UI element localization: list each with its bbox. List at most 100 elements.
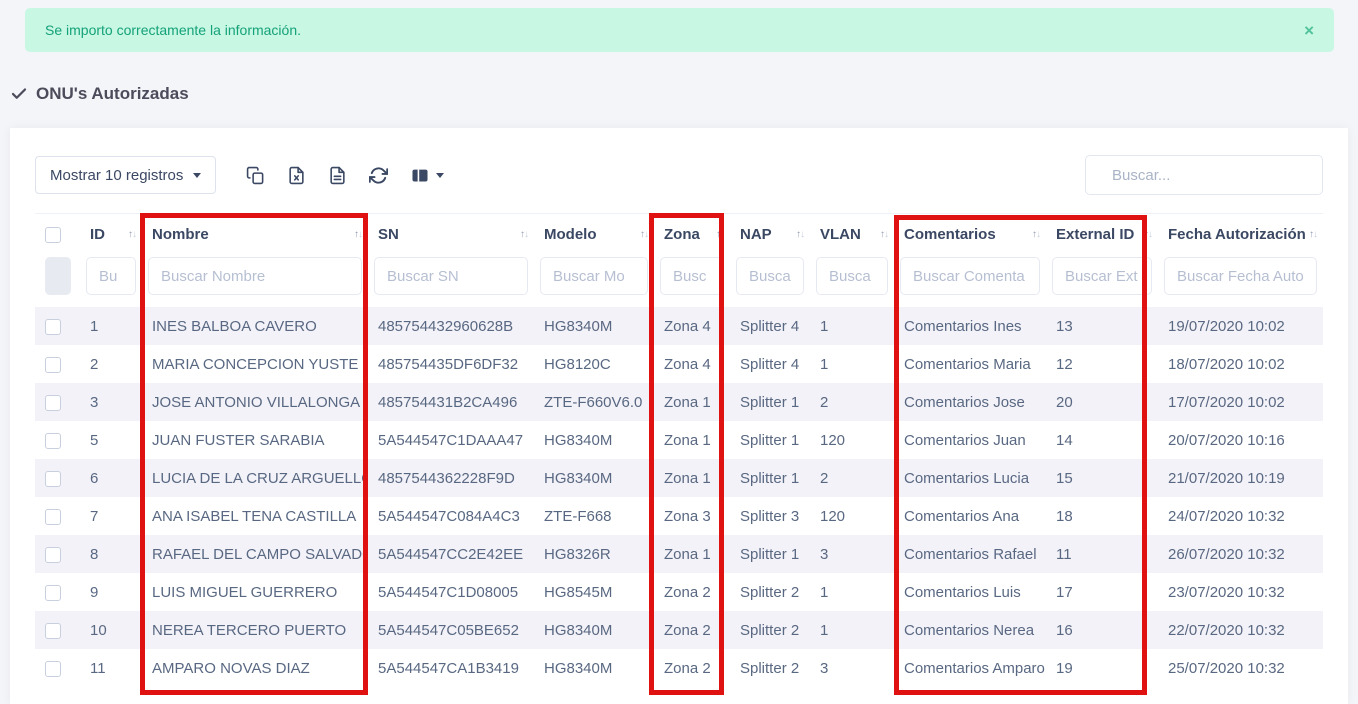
cell-zona: Zona 1 [654,383,730,421]
filter-input-id[interactable] [86,257,136,295]
cell-nombre: ANA ISABEL TENA CASTILLA [142,497,368,535]
cell-external-id: 11 [1046,535,1158,573]
cell-external-id: 14 [1046,421,1158,459]
cell-fecha: 26/07/2020 10:32 [1158,535,1323,573]
cell-id: 10 [80,611,142,649]
cell-nap: Splitter 1 [730,383,810,421]
cell-fecha: 19/07/2020 10:02 [1158,307,1323,345]
cell-id: 7 [80,497,142,535]
column-header-nombre[interactable]: Nombre↑↓ [142,214,368,256]
export-buttons [246,166,444,185]
filter-input-sn[interactable] [374,257,528,295]
row-checkbox[interactable] [45,319,61,335]
table-row: 11AMPARO NOVAS DIAZ5A544547CA1B3419HG834… [35,649,1323,687]
cell-select [35,459,80,497]
copy-icon [246,166,265,185]
select-all-checkbox[interactable] [45,227,61,243]
column-header-nap[interactable]: NAP↑↓ [730,214,810,256]
row-checkbox[interactable] [45,509,61,525]
sort-icon: ↑↓ [520,229,528,240]
cell-fecha: 22/07/2020 10:32 [1158,611,1323,649]
row-checkbox[interactable] [45,547,61,563]
row-checkbox[interactable] [45,661,61,677]
table-row: 5JUAN FUSTER SARABIA5A544547C1DAAA47HG83… [35,421,1323,459]
filter-input-fecha[interactable] [1164,257,1317,295]
export-excel-button[interactable] [287,166,306,185]
filter-input-nombre[interactable] [148,257,362,295]
column-visibility-button[interactable] [410,166,444,185]
filter-input-comentarios[interactable] [900,257,1040,295]
column-header-modelo[interactable]: Modelo↑↓ [534,214,654,256]
cell-vlan: 3 [810,649,894,687]
row-checkbox[interactable] [45,357,61,373]
cell-zona: Zona 2 [654,573,730,611]
row-checkbox[interactable] [45,585,61,601]
cell-nombre: LUIS MIGUEL GUERRERO [142,573,368,611]
cell-vlan: 2 [810,383,894,421]
cell-fecha: 24/07/2020 10:32 [1158,497,1323,535]
column-header-sn[interactable]: SN↑↓ [368,214,534,256]
cell-id: 2 [80,345,142,383]
sort-icon: ↑↓ [1144,229,1152,240]
cell-nap: Splitter 1 [730,459,810,497]
cell-nombre: AMPARO NOVAS DIAZ [142,649,368,687]
column-header-zona[interactable]: Zona↑↓ [654,214,730,256]
cell-comentarios: Comentarios Rafael [894,535,1046,573]
filter-input-external-id[interactable] [1052,257,1152,295]
cell-vlan: 1 [810,345,894,383]
page-length-select[interactable]: Mostrar 10 registros [35,156,216,194]
cell-sn: 485754431B2CA496 [368,383,534,421]
cell-nap: Splitter 4 [730,345,810,383]
export-file-button[interactable] [328,166,347,185]
cell-sn: 5A544547CC2E42EE [368,535,534,573]
cell-external-id: 18 [1046,497,1158,535]
cell-sn: 485754435DF6DF32 [368,345,534,383]
column-header-id[interactable]: ID↑↓ [80,214,142,256]
cell-modelo: HG8340M [534,611,654,649]
cell-comentarios: Comentarios Ines [894,307,1046,345]
cell-fecha: 18/07/2020 10:02 [1158,345,1323,383]
refresh-icon [369,166,388,185]
search-input[interactable] [1112,167,1311,184]
filter-input-vlan[interactable] [816,257,888,295]
cell-zona: Zona 4 [654,307,730,345]
table-row: 10NEREA TERCERO PUERTO5A544547C05BE652HG… [35,611,1323,649]
chevron-down-icon [193,173,201,178]
cell-nap: Splitter 1 [730,421,810,459]
cell-external-id: 13 [1046,307,1158,345]
row-checkbox[interactable] [45,433,61,449]
sort-icon: ↑↓ [796,229,804,240]
alert-close-icon[interactable]: × [1304,22,1314,39]
cell-nap: Splitter 2 [730,611,810,649]
table-row: 3JOSE ANTONIO VILLALONGA485754431B2CA496… [35,383,1323,421]
alert-message: Se importo correctamente la información. [45,22,301,38]
table-row: 1INES BALBOA CAVERO485754432960628BHG834… [35,307,1323,345]
column-header-comentarios[interactable]: Comentarios↑↓ [894,214,1046,256]
row-checkbox[interactable] [45,395,61,411]
refresh-button[interactable] [369,166,388,185]
row-checkbox[interactable] [45,471,61,487]
filter-input-nap[interactable] [736,257,804,295]
row-checkbox[interactable] [45,623,61,639]
table-row: 2MARIA CONCEPCION YUSTE485754435DF6DF32H… [35,345,1323,383]
cell-select [35,573,80,611]
cell-select [35,649,80,687]
cell-comentarios: Comentarios Lucia [894,459,1046,497]
cell-fecha: 20/07/2020 10:16 [1158,421,1323,459]
filter-input-zona[interactable] [660,257,724,295]
cell-select [35,345,80,383]
column-header-external-id[interactable]: External ID↑↓ [1046,214,1158,256]
cell-sn: 5A544547C05BE652 [368,611,534,649]
cell-modelo: HG8340M [534,459,654,497]
cell-select [35,497,80,535]
column-header-fecha[interactable]: Fecha Autorización↑↓ [1158,214,1323,256]
page-length-label: Mostrar 10 registros [50,167,183,184]
copy-button[interactable] [246,166,265,185]
filter-input-modelo[interactable] [540,257,648,295]
cell-external-id: 20 [1046,383,1158,421]
cell-id: 3 [80,383,142,421]
cell-comentarios: Comentarios Jose [894,383,1046,421]
cell-vlan: 1 [810,573,894,611]
cell-nap: Splitter 2 [730,573,810,611]
column-header-vlan[interactable]: VLAN↑↓ [810,214,894,256]
